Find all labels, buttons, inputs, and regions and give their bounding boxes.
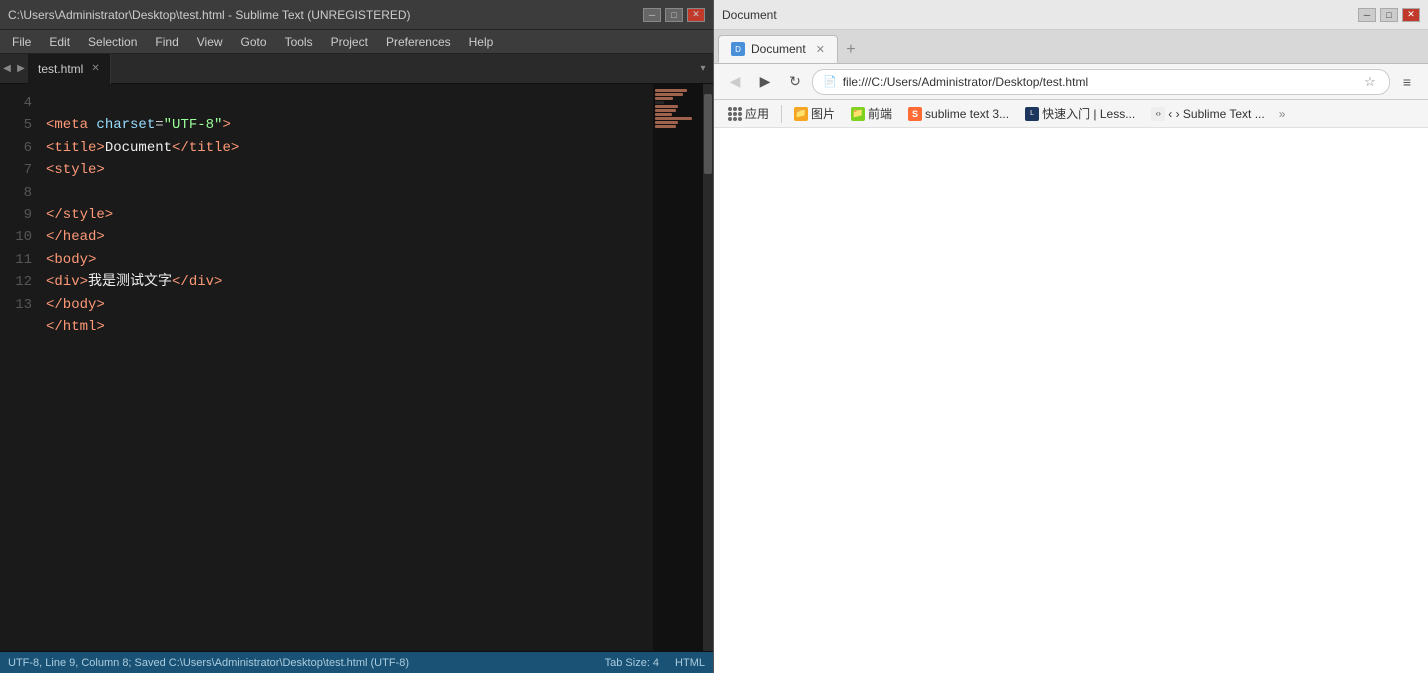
tab-close-button[interactable]: ✕ xyxy=(91,63,99,74)
sublime-tabbar: ◀ ▶ test.html ✕ ▾ xyxy=(0,54,713,84)
bookmark-frontend[interactable]: 📁 前端 xyxy=(845,103,898,124)
apps-label: 应用 xyxy=(745,105,769,122)
bookmark-divider-1 xyxy=(781,105,782,123)
apps-grid-icon xyxy=(728,107,742,121)
browser-tab-title: Document xyxy=(751,42,806,56)
sublime-titlebar: C:\Users\Administrator\Desktop\test.html… xyxy=(0,0,713,30)
browser-titlebar: Document ─ □ ✕ xyxy=(714,0,1428,30)
browser-window: Document ─ □ ✕ D Document ✕ + ◀ ▶ ↻ 📄 fi… xyxy=(714,0,1428,673)
bookmark-sublime3[interactable]: S sublime text 3... xyxy=(902,105,1015,123)
address-file-icon: 📄 xyxy=(823,75,837,88)
browser-window-controls: ─ □ ✕ xyxy=(1358,8,1420,22)
browser-bookmark-star[interactable]: ☆ xyxy=(1361,73,1379,91)
browser-menu-button[interactable]: ≡ xyxy=(1394,69,1420,95)
sublime-text-window: C:\Users\Administrator\Desktop\test.html… xyxy=(0,0,714,673)
browser-forward-button[interactable]: ▶ xyxy=(752,69,778,95)
tab-prev-button[interactable]: ◀ xyxy=(0,54,14,84)
bookmark-pictures-label: 图片 xyxy=(811,105,835,122)
bookmark-sublime3-label: sublime text 3... xyxy=(925,107,1009,121)
bookmark-less-label: 快速入门 | Less... xyxy=(1042,105,1135,122)
apps-button[interactable]: 应用 xyxy=(722,103,775,124)
bookmark-pictures[interactable]: 📁 图片 xyxy=(788,103,841,124)
sublime-statusbar: UTF-8, Line 9, Column 8; Saved C:\Users\… xyxy=(0,651,713,673)
bookmarks-more-button[interactable]: » xyxy=(1275,105,1290,123)
browser-tab-favicon: D xyxy=(731,42,745,56)
browser-content-area xyxy=(714,128,1428,673)
tab-label: test.html xyxy=(38,62,83,76)
menu-help[interactable]: Help xyxy=(461,33,502,51)
statusbar-tabsize: Tab Size: 4 xyxy=(605,657,659,669)
menu-goto[interactable]: Goto xyxy=(233,33,275,51)
statusbar-syntax: HTML xyxy=(675,657,705,669)
browser-title-text: Document xyxy=(722,8,777,22)
sublime-menubar: File Edit Selection Find View Goto Tools… xyxy=(0,30,713,54)
minimap xyxy=(653,84,703,651)
code-editor-area[interactable]: 4 5 6 7 8 9 10 11 12 13 <meta charset="U… xyxy=(0,84,713,651)
bookmark-sublime-text-label: ‹ › Sublime Text ... xyxy=(1168,107,1264,121)
sublime-window-controls: ─ □ ✕ xyxy=(643,8,705,22)
bookmark-less-icon: L xyxy=(1025,107,1039,121)
menu-edit[interactable]: Edit xyxy=(41,33,78,51)
tab-dropdown-button[interactable]: ▾ xyxy=(693,54,713,84)
sublime-tab-testhtml[interactable]: test.html ✕ xyxy=(28,54,111,84)
bookmark-less[interactable]: L 快速入门 | Less... xyxy=(1019,103,1141,124)
sublime-close-button[interactable]: ✕ xyxy=(687,8,705,22)
bookmark-sublime-text[interactable]: ‹› ‹ › Sublime Text ... xyxy=(1145,105,1270,123)
code-scrollbar[interactable] xyxy=(703,84,713,651)
bookmark-pictures-icon: 📁 xyxy=(794,107,808,121)
scrollbar-thumb[interactable] xyxy=(704,94,712,174)
sublime-title-text: C:\Users\Administrator\Desktop\test.html… xyxy=(8,8,411,22)
browser-minimize-button[interactable]: ─ xyxy=(1358,8,1376,22)
line-numbers-gutter: 4 5 6 7 8 9 10 11 12 13 xyxy=(0,84,42,651)
browser-tab-document[interactable]: D Document ✕ xyxy=(718,35,838,63)
menu-find[interactable]: Find xyxy=(147,33,186,51)
bookmark-frontend-label: 前端 xyxy=(868,105,892,122)
browser-close-button[interactable]: ✕ xyxy=(1402,8,1420,22)
bookmark-sublime-text-icon: ‹› xyxy=(1151,107,1165,121)
menu-preferences[interactable]: Preferences xyxy=(378,33,459,51)
sublime-maximize-button[interactable]: □ xyxy=(665,8,683,22)
menu-project[interactable]: Project xyxy=(323,33,376,51)
bookmark-sublime3-icon: S xyxy=(908,107,922,121)
browser-tabbar: D Document ✕ + xyxy=(714,30,1428,64)
menu-tools[interactable]: Tools xyxy=(277,33,321,51)
browser-new-tab-button[interactable]: + xyxy=(838,37,864,63)
menu-file[interactable]: File xyxy=(4,33,39,51)
bookmark-frontend-icon: 📁 xyxy=(851,107,865,121)
browser-navbar: ◀ ▶ ↻ 📄 file:///C:/Users/Administrator/D… xyxy=(714,64,1428,100)
menu-selection[interactable]: Selection xyxy=(80,33,145,51)
browser-tab-close[interactable]: ✕ xyxy=(816,43,825,56)
tab-next-button[interactable]: ▶ xyxy=(14,54,28,84)
address-text: file:///C:/Users/Administrator/Desktop/t… xyxy=(843,75,1355,89)
browser-refresh-button[interactable]: ↻ xyxy=(782,69,808,95)
browser-maximize-button[interactable]: □ xyxy=(1380,8,1398,22)
menu-view[interactable]: View xyxy=(189,33,231,51)
bookmarks-bar: 应用 📁 图片 📁 前端 S sublime text 3... L 快速入门 … xyxy=(714,100,1428,128)
statusbar-info: UTF-8, Line 9, Column 8; Saved C:\Users\… xyxy=(8,657,589,669)
address-actions: ☆ xyxy=(1361,73,1379,91)
sublime-minimize-button[interactable]: ─ xyxy=(643,8,661,22)
browser-back-button[interactable]: ◀ xyxy=(722,69,748,95)
code-content[interactable]: <meta charset="UTF-8"> <title>Document</… xyxy=(42,84,653,651)
address-bar[interactable]: 📄 file:///C:/Users/Administrator/Desktop… xyxy=(812,69,1390,95)
